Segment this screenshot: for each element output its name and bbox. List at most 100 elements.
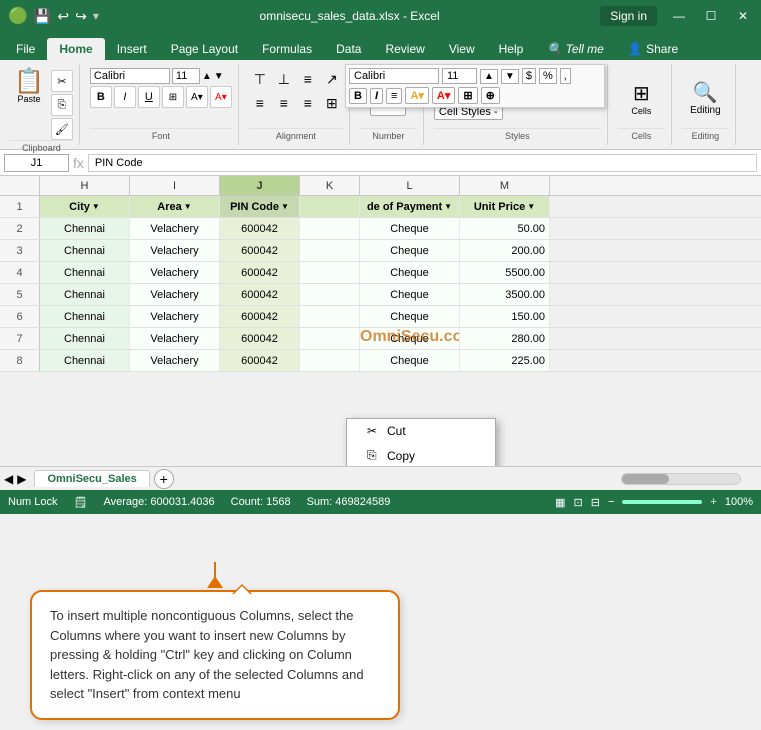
align-center-button[interactable]: ≡ (273, 92, 295, 114)
font-size-down-icon[interactable]: ▼ (214, 71, 224, 82)
cell-i4[interactable]: Velachery (130, 262, 220, 283)
format-dollar[interactable]: $ (522, 68, 536, 84)
paste-button[interactable]: 📋 Paste (10, 68, 48, 106)
align-bottom-button[interactable]: ≡ (297, 68, 319, 90)
cell-l7[interactable]: Cheque OmniSecu.com (360, 328, 460, 349)
format-percent[interactable]: % (539, 68, 557, 84)
font-size-input[interactable] (172, 68, 200, 84)
cell-l3[interactable]: Cheque (360, 240, 460, 261)
format-font-color-button[interactable]: A▾ (432, 87, 455, 104)
zoom-in-icon[interactable]: + (710, 496, 716, 508)
format-painter-button[interactable]: 🖌 (51, 118, 73, 140)
copy-button[interactable]: ⎘ (51, 94, 73, 116)
cell-h5[interactable]: Chennai (40, 284, 130, 305)
underline-button[interactable]: U (138, 86, 160, 108)
tab-tell-me[interactable]: 🔍 Tell me (535, 38, 616, 60)
add-sheet-button[interactable]: + (154, 469, 174, 489)
close-icon[interactable]: ✕ (733, 6, 753, 26)
merge-button[interactable]: ⊞ (321, 92, 343, 114)
text-rotate-button[interactable]: ↗ (321, 68, 343, 90)
cell-h7[interactable]: Chennai (40, 328, 130, 349)
cell-m4[interactable]: 5500.00 (460, 262, 550, 283)
ctx-cut[interactable]: ✂ Cut (347, 419, 495, 443)
format-bold-button[interactable]: B (349, 88, 367, 104)
zoom-slider[interactable] (622, 500, 702, 504)
redo-icon[interactable]: ↪ (75, 8, 87, 25)
format-size-up[interactable]: ▲ (480, 69, 498, 84)
cell-m8[interactable]: 225.00 (460, 350, 550, 371)
zoom-out-icon[interactable]: − (608, 496, 614, 508)
cell-j3[interactable]: 600042 (220, 240, 300, 261)
tab-help[interactable]: Help (487, 38, 536, 60)
ctx-copy[interactable]: ⎘ Copy (347, 443, 495, 466)
format-font-input[interactable] (349, 68, 439, 84)
editing-button[interactable]: 🔍 Editing (686, 78, 725, 118)
cell-l1[interactable]: de of Payment ▼ (360, 196, 460, 217)
format-border-button[interactable]: ⊞ (458, 87, 477, 104)
format-italic-button[interactable]: I (370, 88, 383, 104)
cell-k2[interactable] (300, 218, 360, 239)
tab-insert[interactable]: Insert (105, 38, 159, 60)
tab-view[interactable]: View (437, 38, 487, 60)
cell-h2[interactable]: Chennai (40, 218, 130, 239)
minimize-icon[interactable]: — (669, 6, 689, 26)
cell-l2[interactable]: Cheque (360, 218, 460, 239)
cell-i3[interactable]: Velachery (130, 240, 220, 261)
cell-m5[interactable]: 3500.00 (460, 284, 550, 305)
font-name-input[interactable] (90, 68, 170, 84)
cell-j8[interactable]: 600042 (220, 350, 300, 371)
align-top-button[interactable]: ⊤ (249, 68, 271, 90)
format-size-input[interactable] (442, 68, 477, 84)
align-right-button[interactable]: ≡ (297, 92, 319, 114)
cell-j1[interactable]: PIN Code ▼ (220, 196, 300, 217)
cell-i6[interactable]: Velachery (130, 306, 220, 327)
cell-j6[interactable]: 600042 (220, 306, 300, 327)
tab-review[interactable]: Review (373, 38, 436, 60)
signin-button[interactable]: Sign in (600, 6, 657, 26)
cell-l5[interactable]: Cheque (360, 284, 460, 305)
cell-h4[interactable]: Chennai (40, 262, 130, 283)
font-size-up-icon[interactable]: ▲ (202, 71, 212, 82)
cell-h3[interactable]: Chennai (40, 240, 130, 261)
format-size-down[interactable]: ▼ (501, 69, 519, 84)
border-button[interactable]: ⊞ (162, 86, 184, 108)
cell-k6[interactable] (300, 306, 360, 327)
font-color-button[interactable]: A▾ (210, 86, 232, 108)
align-left-button[interactable]: ≡ (249, 92, 271, 114)
format-more-button[interactable]: ⊕ (481, 87, 500, 104)
cell-k1[interactable] (300, 196, 360, 217)
cell-m6[interactable]: 150.00 (460, 306, 550, 327)
formula-input[interactable] (88, 154, 757, 172)
cell-reference-box[interactable]: J1 (4, 154, 69, 172)
prev-sheet-icon[interactable]: ◀ (4, 472, 13, 486)
view-layout-icon[interactable]: ⊡ (574, 496, 583, 509)
cells-button[interactable]: ⊞ Cells (629, 79, 653, 118)
cell-m1[interactable]: Unit Price ▼ (460, 196, 550, 217)
cell-j5[interactable]: 600042 (220, 284, 300, 305)
tab-share[interactable]: 👤 Share (616, 38, 690, 60)
cell-i5[interactable]: Velachery (130, 284, 220, 305)
format-highlight-button[interactable]: A▾ (405, 87, 428, 104)
save-icon[interactable]: 💾 (34, 8, 51, 25)
cell-j2[interactable]: 600042 (220, 218, 300, 239)
align-middle-button[interactable]: ⊥ (273, 68, 295, 90)
undo-icon[interactable]: ↩ (57, 8, 69, 25)
cell-l6[interactable]: Cheque (360, 306, 460, 327)
next-sheet-icon[interactable]: ▶ (17, 472, 26, 486)
tab-file[interactable]: File (4, 38, 47, 60)
cell-k8[interactable] (300, 350, 360, 371)
cell-h6[interactable]: Chennai (40, 306, 130, 327)
cell-k5[interactable] (300, 284, 360, 305)
cell-i2[interactable]: Velachery (130, 218, 220, 239)
cell-i7[interactable]: Velachery (130, 328, 220, 349)
cell-j4[interactable]: 600042 (220, 262, 300, 283)
cell-h1[interactable]: City ▼ (40, 196, 130, 217)
cell-m7[interactable]: 280.00 (460, 328, 550, 349)
sheet-tab-omnisecu-sales[interactable]: OmniSecu_Sales (34, 470, 149, 487)
fill-color-button[interactable]: A▾ (186, 86, 208, 108)
view-normal-icon[interactable]: ▦ (555, 496, 565, 509)
tab-page-layout[interactable]: Page Layout (159, 38, 250, 60)
cell-k3[interactable] (300, 240, 360, 261)
italic-button[interactable]: I (114, 86, 136, 108)
cell-k7[interactable] (300, 328, 360, 349)
